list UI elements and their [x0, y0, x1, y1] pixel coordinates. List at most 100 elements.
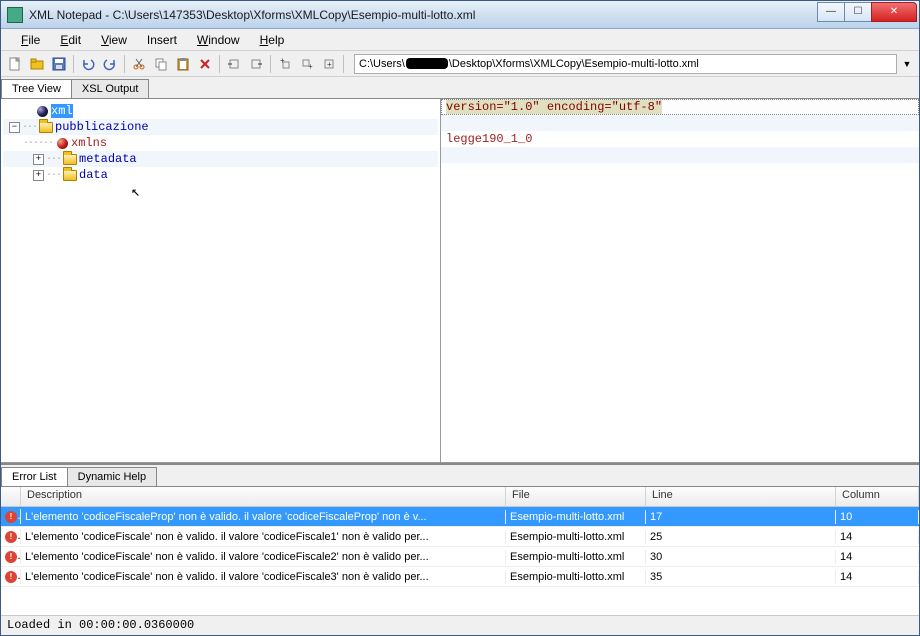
error-file: Esempio-multi-lotto.xml [506, 510, 646, 524]
maximize-button[interactable]: ☐ [844, 2, 872, 22]
error-file: Esempio-multi-lotto.xml [506, 570, 646, 584]
menu-window[interactable]: Window [189, 31, 248, 49]
cut-icon[interactable] [129, 54, 149, 74]
col-line[interactable]: Line [646, 487, 836, 506]
expand-icon[interactable]: + [33, 154, 44, 165]
error-line: 25 [646, 530, 836, 544]
tab-error-list[interactable]: Error List [1, 467, 68, 486]
value-row[interactable] [441, 163, 919, 179]
copy-icon[interactable] [151, 54, 171, 74]
tree-label: xmlns [71, 136, 107, 150]
save-icon[interactable] [49, 54, 69, 74]
value-row[interactable]: version="1.0" encoding="utf-8" [441, 99, 919, 115]
error-desc: L'elemento 'codiceFiscale' non è valido.… [21, 530, 506, 544]
folder-icon [39, 120, 53, 134]
folder-icon [63, 152, 77, 166]
value-row[interactable] [441, 147, 919, 163]
col-file[interactable]: File [506, 487, 646, 506]
cursor-icon: ↖ [131, 182, 140, 201]
tree-connector: ··· [46, 154, 61, 165]
bottom-pane: Error List Dynamic Help Description File… [1, 463, 919, 615]
nudge-right-icon[interactable] [246, 54, 266, 74]
svg-text:+: + [327, 60, 332, 69]
separator [343, 55, 344, 73]
tab-xsl-output[interactable]: XSL Output [71, 79, 149, 98]
error-icon: ! [1, 529, 21, 544]
paste-icon[interactable] [173, 54, 193, 74]
value-row[interactable] [441, 115, 919, 131]
file-path-combo[interactable]: C:\Users\ \Desktop\Xforms\XMLCopy\Esempi… [354, 54, 897, 74]
collapse-icon[interactable]: − [9, 122, 20, 133]
tree-node-pubblicazione[interactable]: − ··· pubblicazione [3, 119, 438, 135]
insert-after-icon[interactable]: + [297, 54, 317, 74]
menubar: File Edit View Insert Window Help [1, 29, 919, 51]
error-row[interactable]: ! L'elemento 'codiceFiscale' non è valid… [1, 527, 919, 547]
col-description[interactable]: Description [21, 487, 506, 506]
menu-view[interactable]: View [93, 31, 135, 49]
tree-label: metadata [79, 152, 137, 166]
error-line: 17 [646, 510, 836, 524]
expand-icon[interactable]: + [33, 170, 44, 181]
menu-insert[interactable]: Insert [139, 31, 185, 49]
ball-icon [35, 104, 49, 118]
separator [73, 55, 74, 73]
tab-dynamic-help[interactable]: Dynamic Help [67, 467, 157, 486]
tree-node-xmlns[interactable]: ······ xmlns [3, 135, 438, 151]
svg-text:+: + [308, 62, 313, 71]
value-text: legge190_1_0 [446, 132, 532, 146]
error-line: 30 [646, 550, 836, 564]
error-desc: L'elemento 'codiceFiscale' non è valido.… [21, 550, 506, 564]
redo-icon[interactable] [100, 54, 120, 74]
insert-child-icon[interactable]: + [319, 54, 339, 74]
close-button[interactable]: ✕ [871, 2, 917, 22]
top-tabs: Tree View XSL Output [1, 77, 919, 99]
undo-icon[interactable] [78, 54, 98, 74]
folder-icon [63, 168, 77, 182]
error-row[interactable]: ! L'elemento 'codiceFiscale' non è valid… [1, 547, 919, 567]
error-row[interactable]: ! L'elemento 'codiceFiscaleProp' non è v… [1, 507, 919, 527]
value-text: version="1.0" encoding="utf-8" [446, 100, 662, 114]
error-file: Esempio-multi-lotto.xml [506, 530, 646, 544]
value-panel[interactable]: version="1.0" encoding="utf-8" legge190_… [441, 99, 919, 462]
grid-header: Description File Line Column [1, 487, 919, 507]
error-row[interactable]: ! L'elemento 'codiceFiscale' non è valid… [1, 567, 919, 587]
nudge-left-icon[interactable] [224, 54, 244, 74]
path-dropdown-icon[interactable]: ▼ [899, 59, 915, 69]
error-col: 14 [836, 570, 919, 584]
error-grid[interactable]: Description File Line Column ! L'element… [1, 487, 919, 615]
error-icon: ! [1, 549, 21, 564]
error-line: 35 [646, 570, 836, 584]
tree-connector: ······ [23, 138, 53, 149]
delete-icon[interactable] [195, 54, 215, 74]
new-file-icon[interactable] [5, 54, 25, 74]
col-column[interactable]: Column [836, 487, 919, 506]
tree-connector: ··· [46, 170, 61, 181]
error-col: 14 [836, 530, 919, 544]
path-suffix: \Desktop\Xforms\XMLCopy\Esempio-multi-lo… [449, 58, 699, 70]
error-desc: L'elemento 'codiceFiscale' non è valido.… [21, 570, 506, 584]
status-bar: Loaded in 00:00:00.0360000 [1, 615, 919, 635]
insert-before-icon[interactable]: + [275, 54, 295, 74]
toolbar: + + + C:\Users\ \Desktop\Xforms\XMLCopy\… [1, 51, 919, 77]
error-icon: ! [1, 569, 21, 584]
tree-label: data [79, 168, 108, 182]
minimize-button[interactable]: — [817, 2, 845, 22]
menu-edit[interactable]: Edit [52, 31, 89, 49]
tree-panel[interactable]: xml − ··· pubblicazione ······ xmlns + ·… [1, 99, 441, 462]
open-file-icon[interactable] [27, 54, 47, 74]
titlebar[interactable]: XML Notepad - C:\Users\147353\Desktop\Xf… [1, 1, 919, 29]
tree-node-metadata[interactable]: + ··· metadata [3, 151, 438, 167]
menu-help[interactable]: Help [252, 31, 293, 49]
tree-node-xml[interactable]: xml [3, 103, 438, 119]
tree-node-data[interactable]: + ··· data [3, 167, 438, 183]
error-file: Esempio-multi-lotto.xml [506, 550, 646, 564]
window-title: XML Notepad - C:\Users\147353\Desktop\Xf… [29, 8, 818, 22]
tab-tree-view[interactable]: Tree View [1, 79, 72, 98]
col-icon[interactable] [1, 487, 21, 506]
menu-file[interactable]: File [13, 31, 48, 49]
value-row[interactable]: legge190_1_0 [441, 131, 919, 147]
tree-connector: ··· [22, 122, 37, 133]
tree-label: xml [51, 104, 73, 118]
error-icon: ! [1, 509, 21, 524]
svg-text:+: + [280, 57, 285, 65]
